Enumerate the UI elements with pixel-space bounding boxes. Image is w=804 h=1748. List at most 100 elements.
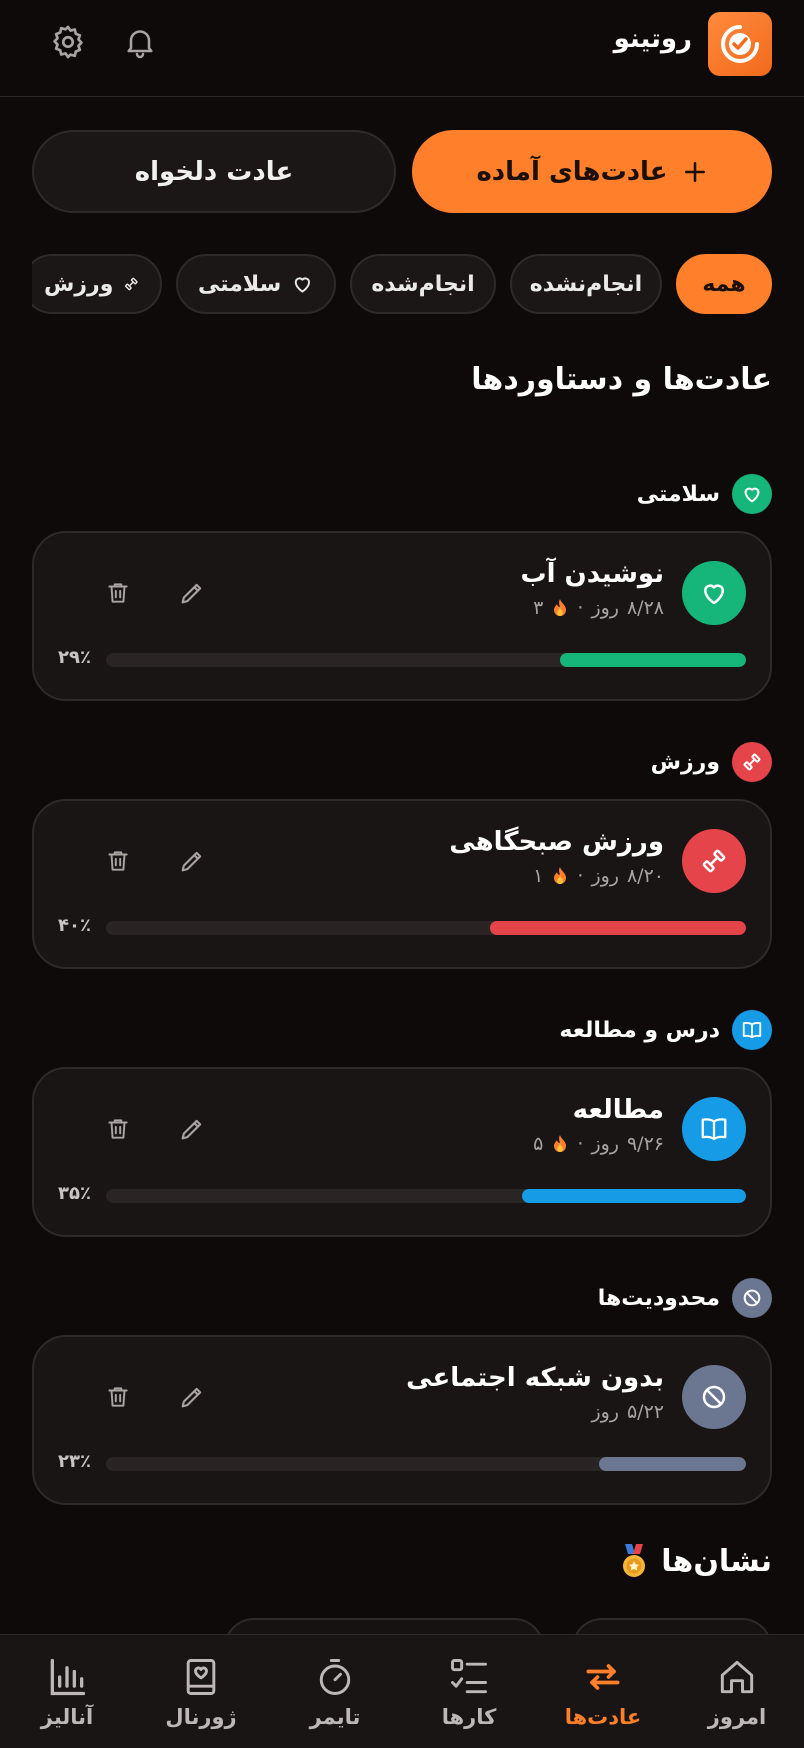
heart-icon <box>732 474 772 514</box>
dumbbell-icon <box>125 277 138 291</box>
filter-chip-health[interactable]: سلامتی <box>176 254 336 314</box>
habit-card-reading[interactable]: مطالعه ۹/۲۶ روز · ۵ ۳۵٪ <box>32 1067 772 1237</box>
meta-separator: · <box>577 597 584 619</box>
habit-count: ۹/۲۶ <box>626 1133 664 1155</box>
category-label: سلامتی <box>636 481 720 507</box>
bottom-navigation: امروز عادت‌ها کارها تایمر ژورنال آنالیز <box>0 1634 804 1748</box>
filter-chip-sport[interactable]: ورزش <box>32 254 162 314</box>
meta-separator: · <box>577 1133 584 1155</box>
nav-item-habits[interactable]: عادت‌ها <box>536 1635 670 1748</box>
habit-meta: ۹/۲۶ روز · ۵ <box>533 1133 664 1155</box>
filter-chip-label: همه <box>702 271 746 297</box>
nav-label: کارها <box>441 1705 497 1729</box>
progress-fill <box>560 653 746 667</box>
plus-icon <box>684 161 705 182</box>
progress-fill <box>522 1189 746 1203</box>
habit-name: بدون شبکه اجتماعی <box>406 1363 664 1393</box>
custom-habit-button[interactable]: عادت دلخواه <box>32 130 396 213</box>
app-title: روتینو <box>613 24 692 54</box>
nav-label: تایمر <box>309 1705 361 1729</box>
filter-chip-label: سلامتی <box>198 271 282 297</box>
progress-track <box>106 1189 746 1203</box>
badges-title: نشان‌ها <box>661 1543 772 1579</box>
timer-icon <box>319 1659 351 1695</box>
progress-fill <box>598 1457 746 1471</box>
habit-streak: ۵ <box>533 1133 544 1155</box>
progress-track <box>106 1457 746 1471</box>
trash-icon[interactable] <box>98 841 138 881</box>
custom-habit-label: عادت دلخواه <box>134 156 294 187</box>
progress-track <box>106 653 746 667</box>
habit-name: نوشیدن آب <box>520 559 664 589</box>
block-icon <box>682 1365 746 1429</box>
checklist-icon <box>451 1659 487 1694</box>
category-heading-limits: محدودیت‌ها <box>598 1278 772 1318</box>
habit-card-morning-exercise[interactable]: ورزش صبحگاهی ۸/۲۰ روز · ۱ ۴۰٪ <box>32 799 772 969</box>
nav-label: امروز <box>707 1705 767 1729</box>
journal-icon <box>186 1659 216 1695</box>
category-label: محدودیت‌ها <box>597 1285 720 1311</box>
dumbbell-icon <box>732 742 772 782</box>
habit-count: ۸/۲۰ <box>626 865 664 887</box>
nav-label: ژورنال <box>165 1705 237 1729</box>
chart-bars-icon <box>50 1658 86 1696</box>
habit-card-no-social-media[interactable]: بدون شبکه اجتماعی ۵/۲۲ روز ۲۳٪ <box>32 1335 772 1505</box>
app-header: روتینو <box>0 0 804 97</box>
gear-icon[interactable] <box>46 20 90 64</box>
trash-icon[interactable] <box>98 1109 138 1149</box>
habit-streak: ۳ <box>533 597 544 619</box>
habit-name: مطالعه <box>572 1095 664 1125</box>
habit-count: ۸/۲۸ <box>626 597 664 619</box>
preset-habits-button[interactable]: عادت‌های آماده <box>412 130 772 213</box>
nav-item-today[interactable]: امروز <box>670 1635 804 1748</box>
filter-chip-all[interactable]: همه <box>676 254 772 314</box>
nav-label: عادت‌ها <box>564 1705 642 1729</box>
habit-unit: روز <box>591 1401 619 1423</box>
category-label: ورزش <box>650 749 720 775</box>
progress-percent: ۲۳٪ <box>58 1451 91 1472</box>
habit-meta: ۸/۲۰ روز · ۱ <box>533 865 664 887</box>
filter-chip-done[interactable]: انجام‌شده <box>350 254 496 314</box>
filter-chip-label: انجام‌نشده <box>529 271 643 297</box>
check-circle-icon <box>708 12 772 76</box>
progress-track <box>106 921 746 935</box>
book-icon <box>682 1097 746 1161</box>
filter-chip-label: ورزش <box>44 271 114 297</box>
heart-icon <box>682 561 746 625</box>
edit-pencil-icon[interactable] <box>172 1377 212 1417</box>
nav-item-analytics[interactable]: آنالیز <box>0 1635 134 1748</box>
edit-pencil-icon[interactable] <box>172 841 212 881</box>
filter-chips: همه انجام‌نشده انجام‌شده سلامتی ورزش <box>32 254 772 316</box>
nav-item-tasks[interactable]: کارها <box>402 1635 536 1748</box>
trash-icon[interactable] <box>98 573 138 613</box>
edit-pencil-icon[interactable] <box>172 1109 212 1149</box>
nav-label: آنالیز <box>40 1705 94 1729</box>
dumbbell-icon <box>682 829 746 893</box>
nav-item-journal[interactable]: ژورنال <box>134 1635 268 1748</box>
bell-icon[interactable] <box>118 20 162 64</box>
edit-pencil-icon[interactable] <box>172 573 212 613</box>
progress-percent: ۳۵٪ <box>58 1183 91 1204</box>
habit-unit: روز <box>591 1133 619 1155</box>
category-label: درس و مطالعه <box>559 1017 720 1043</box>
trash-icon[interactable] <box>98 1377 138 1417</box>
habit-name: ورزش صبحگاهی <box>449 827 664 857</box>
badges-heading: نشان‌ها <box>617 1542 772 1580</box>
preset-habits-label: عادت‌های آماده <box>476 156 668 187</box>
progress-percent: ۲۹٪ <box>58 647 91 668</box>
fire-icon <box>554 1135 567 1152</box>
category-heading-health: سلامتی <box>637 474 772 514</box>
habit-unit: روز <box>591 865 619 887</box>
progress-percent: ۴۰٪ <box>58 915 91 936</box>
category-heading-sport: ورزش <box>651 742 772 782</box>
section-title: عادت‌ها و دستاوردها <box>471 362 772 397</box>
filter-chip-not-done[interactable]: انجام‌نشده <box>510 254 662 314</box>
progress-fill <box>490 921 746 935</box>
nav-item-timer[interactable]: تایمر <box>268 1635 402 1748</box>
habit-unit: روز <box>591 597 619 619</box>
medal-icon <box>623 1544 646 1577</box>
book-icon <box>732 1010 772 1050</box>
meta-separator: · <box>577 865 584 887</box>
habit-card-water[interactable]: نوشیدن آب ۸/۲۸ روز · ۳ ۲۹٪ <box>32 531 772 701</box>
fire-icon <box>554 867 567 884</box>
